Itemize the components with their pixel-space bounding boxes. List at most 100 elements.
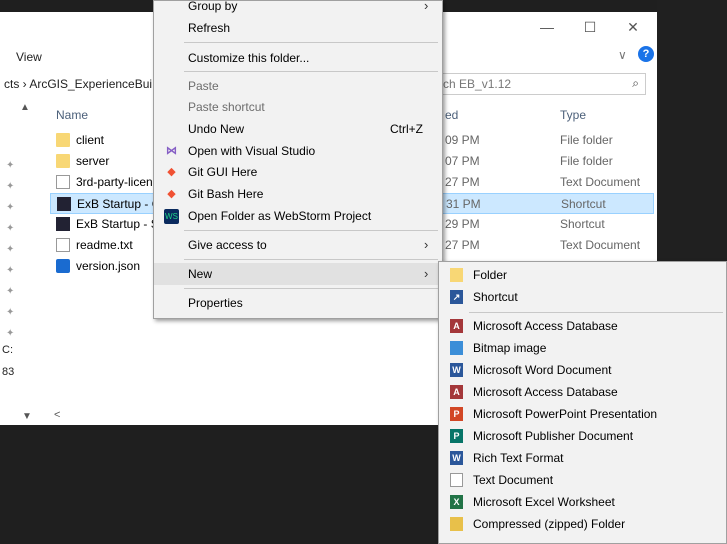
submenu-item-publisher[interactable]: P Microsoft Publisher Document [439,425,726,447]
menu-item-label: Open with Visual Studio [188,144,316,158]
menu-item-label: Paste [188,79,219,93]
submenu-item-zip[interactable]: Compressed (zipped) Folder [439,513,726,535]
menu-item-label: Give access to [188,238,267,252]
submenu-item-access[interactable]: A Microsoft Access Database [439,315,726,337]
submenu-item-text-document[interactable]: Text Document [439,469,726,491]
search-input[interactable]: ch EB_v1.12 [443,77,511,91]
folder-icon [450,268,463,282]
menu-item-label: New [188,267,213,281]
visual-studio-icon: ⋈ [166,145,177,157]
file-type: Shortcut [561,197,606,211]
submenu-item-bitmap[interactable]: Bitmap image [439,337,726,359]
submenu-arrow-icon: › [424,0,429,13]
search-icon[interactable]: ⌕ [632,76,639,91]
publisher-icon: P [450,429,463,443]
file-date: 27 PM [445,175,480,189]
menu-item-git-bash[interactable]: ◆ Git Bash Here [154,183,442,205]
maximize-button[interactable]: ☐ [575,17,605,37]
file-type: File folder [560,133,613,147]
access-icon: A [450,319,463,333]
submenu-item-folder[interactable]: Folder [439,264,726,286]
menu-item-git-gui[interactable]: ◆ Git GUI Here [154,161,442,183]
submenu-item-label: Microsoft Access Database [473,319,618,333]
submenu-item-label: Microsoft PowerPoint Presentation [473,407,658,421]
file-date: 29 PM [445,217,480,231]
menu-item-label: Git Bash Here [188,187,264,201]
shortcut-icon [57,197,71,211]
expand-ribbon-icon[interactable]: ∨ [618,48,627,62]
menu-separator [469,312,723,313]
menu-item-paste-shortcut[interactable]: Paste shortcut [154,96,442,118]
nav-item-label[interactable]: 83 [2,366,14,378]
submenu-item-powerpoint[interactable]: P Microsoft PowerPoint Presentation [439,403,726,425]
text-file-icon [56,175,70,189]
scroll-down-icon[interactable]: ▼ [22,411,32,422]
menu-item-new[interactable]: New › [154,263,442,285]
submenu-item-label: Text Document [473,473,554,487]
powerpoint-icon: P [450,407,463,421]
scroll-left-icon[interactable]: < [54,409,60,421]
submenu-item-label: Microsoft Word Document [473,363,612,377]
file-type: Shortcut [560,217,605,231]
menu-item-give-access[interactable]: Give access to › [154,234,442,256]
menu-item-label: Properties [188,296,243,310]
menu-item-open-visual-studio[interactable]: ⋈ Open with Visual Studio [154,140,442,162]
zip-folder-icon [450,517,463,531]
submenu-item-label: Rich Text Format [473,451,564,465]
file-date: 31 PM [446,197,481,211]
view-tab[interactable]: View [16,50,42,64]
submenu-item-access[interactable]: A Microsoft Access Database [439,381,726,403]
excel-icon: X [450,495,463,509]
navigation-pane: ▲ ✦ ✦ ✦ ✦ ✦ ✦ ✦ ✦ ✦ C: 83 ▼ [0,98,44,425]
file-name: client [76,133,105,147]
rtf-icon: W [450,451,463,465]
menu-item-label: Undo New [188,122,245,136]
nav-item-drive[interactable]: C: [2,344,13,356]
menu-item-label: Group by [188,0,238,13]
pin-icon: ✦ [6,223,15,234]
context-menu: Group by › Refresh Customize this folder… [153,0,443,319]
menu-item-shortcut: Ctrl+Z [390,122,423,136]
menu-item-paste[interactable]: Paste [154,75,442,97]
minimize-button[interactable]: — [532,17,562,37]
file-name: version.json [76,259,141,273]
submenu-item-rtf[interactable]: W Rich Text Format [439,447,726,469]
menu-item-label: Git GUI Here [188,165,258,179]
menu-item-group-by[interactable]: Group by › [154,0,442,17]
column-header-name[interactable]: Name [56,108,88,122]
menu-item-customize-folder[interactable]: Customize this folder... [154,47,442,69]
search-box[interactable]: ch EB_v1.12 ⌕ [438,73,646,95]
folder-icon [56,133,70,147]
menu-item-undo-new[interactable]: Undo New Ctrl+Z [154,118,442,140]
submenu-item-word[interactable]: W Microsoft Word Document [439,359,726,381]
menu-item-label: Customize this folder... [188,51,310,65]
horizontal-scrollbar[interactable]: < [52,409,156,425]
menu-item-properties[interactable]: Properties [154,292,442,314]
file-type: Text Document [560,175,641,189]
pin-icon: ✦ [6,286,15,297]
shortcut-icon [56,217,70,231]
menu-separator [184,288,438,289]
column-header-date[interactable]: ed [445,108,458,122]
submenu-item-excel[interactable]: X Microsoft Excel Worksheet [439,491,726,513]
menu-item-label: Paste shortcut [188,100,265,114]
scroll-up-icon[interactable]: ▲ [20,102,30,113]
text-file-icon [450,473,463,487]
bitmap-icon [450,341,463,355]
file-name: 3rd-party-licen [76,175,153,189]
menu-item-webstorm[interactable]: WS Open Folder as WebStorm Project [154,205,442,227]
file-date: 09 PM [445,133,480,147]
menu-item-refresh[interactable]: Refresh [154,17,442,39]
column-header-type[interactable]: Type [560,108,586,122]
help-icon[interactable]: ? [638,46,654,62]
file-name: ExB Startup - S [76,217,159,231]
breadcrumb[interactable]: cts › ArcGIS_ExperienceBui [4,77,152,91]
file-name: server [76,154,110,168]
submenu-item-shortcut[interactable]: ↗ Shortcut [439,286,726,308]
submenu-item-label: Compressed (zipped) Folder [473,517,626,531]
vscode-json-icon [56,259,70,273]
submenu-item-label: Folder [473,268,508,282]
pin-icon: ✦ [6,202,15,213]
close-button[interactable]: ✕ [618,17,648,37]
submenu-item-label: Microsoft Excel Worksheet [473,495,615,509]
